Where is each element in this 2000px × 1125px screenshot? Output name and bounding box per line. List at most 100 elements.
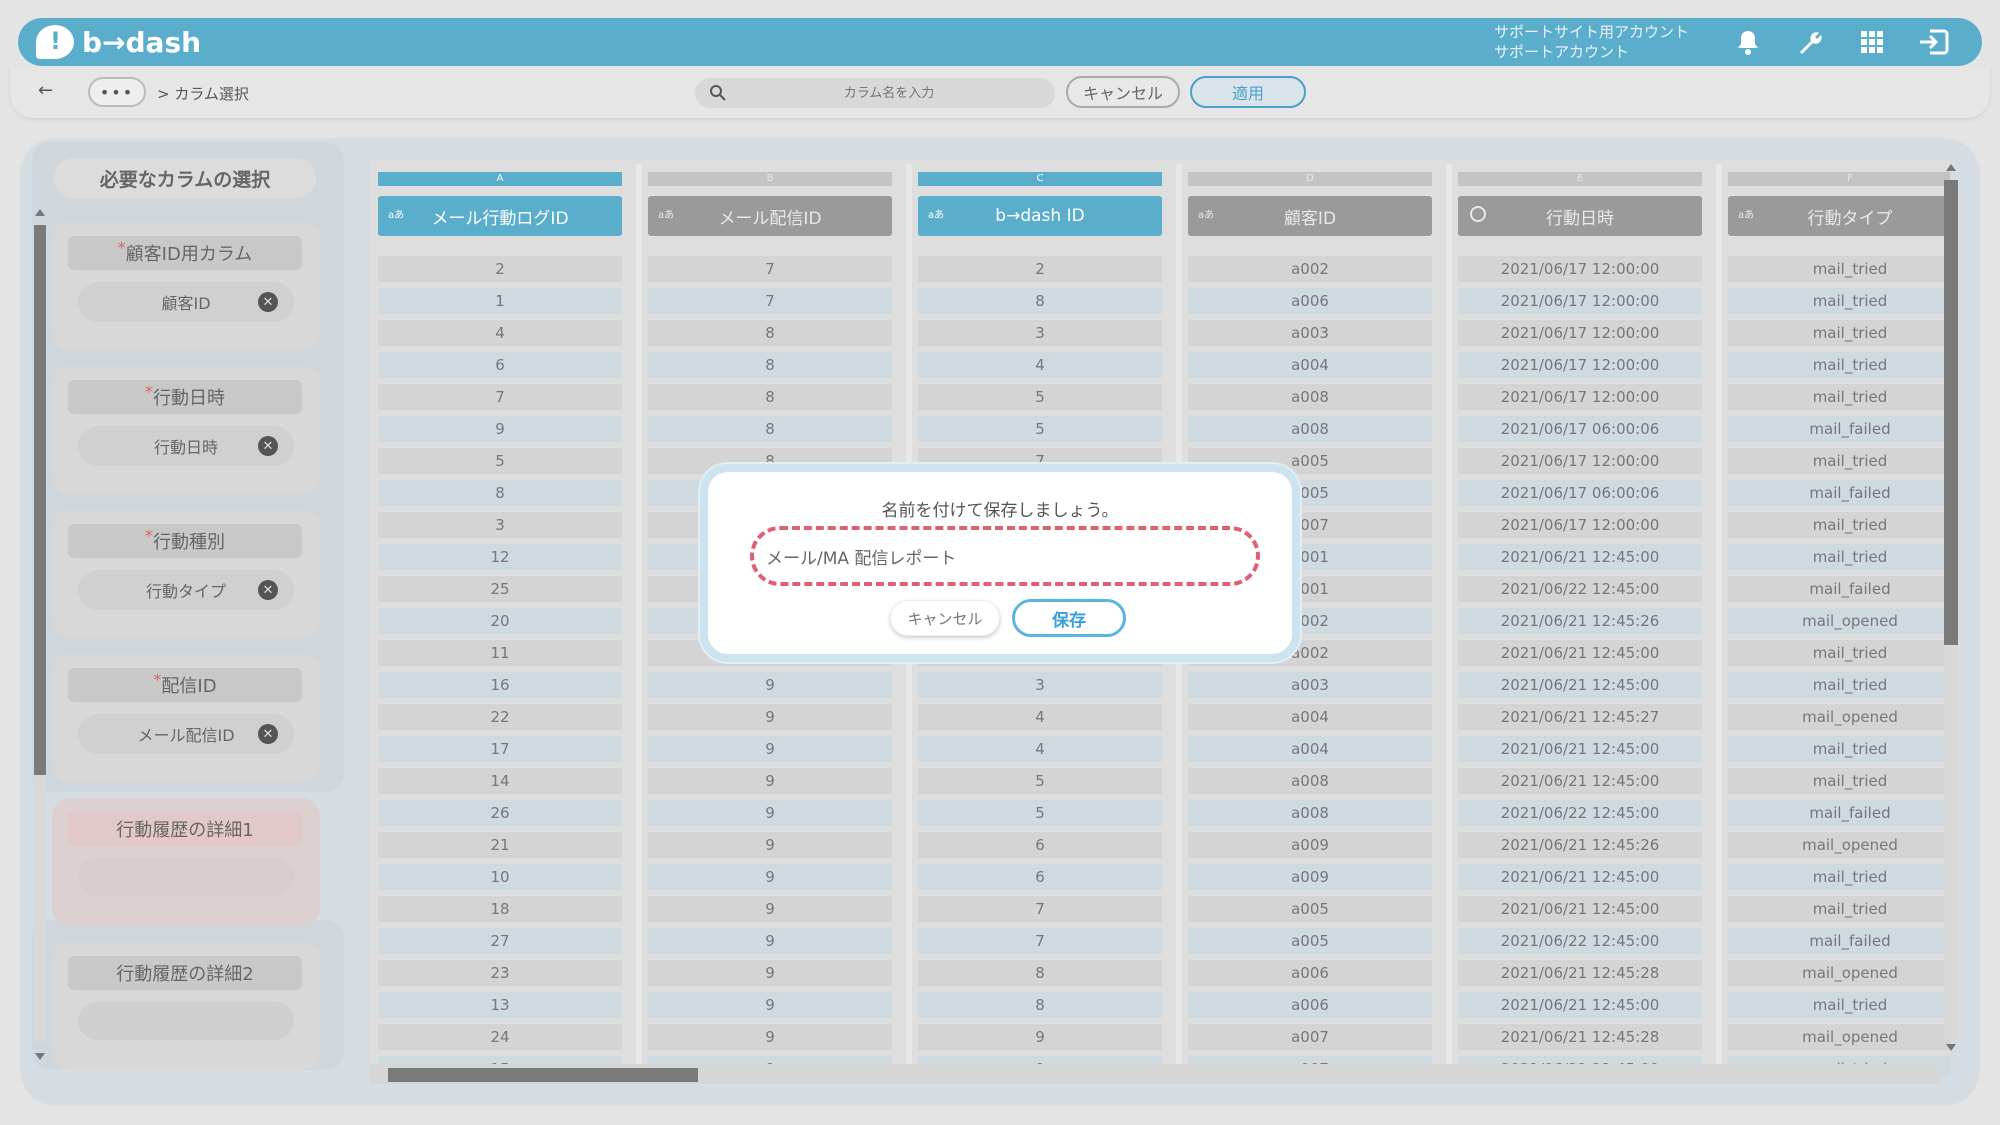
column-header[interactable]: 行動日時 — [1458, 196, 1702, 236]
table-cell: 20 — [378, 608, 622, 634]
logout-icon[interactable] — [1918, 26, 1950, 58]
column-header[interactable]: aあ 顧客ID — [1188, 196, 1432, 236]
table-cell: a008 — [1188, 800, 1432, 826]
scroll-down-icon[interactable] — [35, 1053, 45, 1060]
group-customer-id: * 顧客ID用カラム 顧客ID ✕ — [52, 222, 320, 350]
horizontal-scroll-thumb[interactable] — [388, 1068, 698, 1082]
required-mark: * — [117, 237, 126, 257]
selected-column-chip[interactable]: メール配信ID ✕ — [78, 714, 294, 754]
table-cell: 9 — [648, 864, 892, 890]
table-cell: 2021/06/17 06:00:06 — [1458, 480, 1702, 506]
table-cell: mail_opened — [1728, 608, 1950, 634]
table-cell: 2021/06/21 12:45:00 — [1458, 672, 1702, 698]
table-cell: 14 — [378, 768, 622, 794]
table-cell: mail_failed — [1728, 928, 1950, 954]
empty-drop-slot[interactable] — [78, 1002, 294, 1040]
column-header[interactable]: aあ メール配信ID — [648, 196, 892, 236]
table-column[interactable]: Faあ 行動タイプ mail_tried mail_tried mail_tried ma… — [1720, 160, 1950, 1076]
table-cell: mail_tried — [1728, 672, 1950, 698]
left-scrollbar[interactable] — [30, 205, 50, 1065]
table-cell: 23 — [378, 960, 622, 986]
table-column[interactable]: E 行動日時 2021/06/17 12:00:00 2021/06/17 12:00… — [1450, 160, 1710, 1076]
table-cell: 4 — [918, 352, 1162, 378]
logo[interactable]: b→dash — [36, 24, 201, 60]
bell-icon[interactable] — [1732, 26, 1764, 58]
table-cell: 5 — [918, 384, 1162, 410]
left-scroll-thumb[interactable] — [34, 225, 46, 775]
scroll-up-icon[interactable] — [1946, 164, 1956, 171]
table-column[interactable]: Aaあ メール行動ログID 2 1 4 6 7 9 5 8 3 12 25 20 11 16 22 17 14 26 2… — [370, 160, 630, 1076]
table-cell: a009 — [1188, 832, 1432, 858]
column-search[interactable] — [695, 78, 1055, 108]
wrench-icon[interactable] — [1794, 26, 1826, 58]
group-label: * 行動種別 — [68, 524, 302, 558]
table-cell: a002 — [1188, 256, 1432, 282]
selected-column-chip[interactable]: 顧客ID ✕ — [78, 282, 294, 322]
apply-button[interactable]: 適用 — [1190, 76, 1306, 108]
column-divider — [1716, 164, 1722, 1074]
save-dialog: 名前を付けて保存しましょう。 キャンセル 保存 — [700, 464, 1300, 662]
table-cell: mail_opened — [1728, 704, 1950, 730]
table-cell: 22 — [378, 704, 622, 730]
table-cell: mail_failed — [1728, 480, 1950, 506]
table-cell: mail_tried — [1728, 992, 1950, 1018]
selected-column-chip[interactable]: 行動日時 ✕ — [78, 426, 294, 466]
scroll-down-icon[interactable] — [1946, 1044, 1956, 1051]
remove-icon[interactable]: ✕ — [258, 436, 278, 456]
table-cell: mail_tried — [1728, 640, 1950, 666]
scroll-up-icon[interactable] — [35, 209, 45, 216]
table-cell: 2021/06/21 12:45:27 — [1458, 704, 1702, 730]
column-letter: A — [378, 172, 622, 186]
breadcrumb: > カラム選択 — [157, 85, 249, 103]
table-cell: 7 — [918, 928, 1162, 954]
column-header[interactable]: aあ メール行動ログID — [378, 196, 622, 236]
search-input[interactable] — [739, 82, 1039, 104]
group-action-datetime: * 行動日時 行動日時 ✕ — [52, 366, 320, 494]
table-horizontal-scrollbar[interactable] — [370, 1064, 1940, 1084]
table-cell: 8 — [648, 352, 892, 378]
remove-icon[interactable]: ✕ — [258, 724, 278, 744]
dialog-cancel-button[interactable]: キャンセル — [890, 600, 1000, 636]
selected-column-chip[interactable]: 行動タイプ ✕ — [78, 570, 294, 610]
table-cell: 3 — [918, 320, 1162, 346]
back-button[interactable]: ← — [38, 80, 53, 101]
grid-icon[interactable] — [1856, 26, 1888, 58]
more-button[interactable]: ••• — [88, 77, 146, 107]
table-cell: mail_tried — [1728, 736, 1950, 762]
column-header[interactable]: aあ b→dash ID — [918, 196, 1162, 236]
table-cell: a004 — [1188, 736, 1432, 762]
table-cell: 2021/06/21 12:45:00 — [1458, 992, 1702, 1018]
table-cell: 2021/06/21 12:45:00 — [1458, 768, 1702, 794]
table-cell: mail_tried — [1728, 256, 1950, 282]
table-cell: 3 — [378, 512, 622, 538]
group-detail-2: 行動履歴の詳細2 — [52, 942, 320, 1070]
vertical-scroll-thumb[interactable] — [1944, 180, 1958, 645]
logo-text: b→dash — [82, 25, 202, 59]
table-vertical-scrollbar[interactable] — [1940, 160, 1960, 1060]
table-cell: 5 — [378, 448, 622, 474]
table-cell: 21 — [378, 832, 622, 858]
column-divider — [1446, 164, 1452, 1074]
table-cell: mail_tried — [1728, 864, 1950, 890]
column-name: メール行動ログID — [431, 208, 569, 229]
cancel-button[interactable]: キャンセル — [1066, 76, 1180, 108]
table-cell: 2021/06/17 12:00:00 — [1458, 448, 1702, 474]
report-name-input[interactable] — [766, 540, 1244, 572]
empty-drop-slot[interactable] — [78, 858, 294, 896]
table-cell: 27 — [378, 928, 622, 954]
table-cell: mail_tried — [1728, 288, 1950, 314]
table-cell: 2021/06/21 12:45:00 — [1458, 736, 1702, 762]
table-cell: 2021/06/22 12:45:00 — [1458, 800, 1702, 826]
column-letter: F — [1728, 172, 1950, 186]
dialog-save-button[interactable]: 保存 — [1012, 599, 1126, 637]
account-info[interactable]: サポートサイト用アカウント サポートアカウント — [1494, 22, 1689, 62]
table-cell: 9 — [648, 800, 892, 826]
remove-icon[interactable]: ✕ — [258, 292, 278, 312]
table-cell: 10 — [378, 864, 622, 890]
column-header[interactable]: aあ 行動タイプ — [1728, 196, 1950, 236]
table-cell: 4 — [918, 736, 1162, 762]
table-cell: 17 — [378, 736, 622, 762]
top-bar: b→dash サポートサイト用アカウント サポートアカウント — [18, 18, 1982, 66]
remove-icon[interactable]: ✕ — [258, 580, 278, 600]
table-cell: 2021/06/17 12:00:00 — [1458, 288, 1702, 314]
